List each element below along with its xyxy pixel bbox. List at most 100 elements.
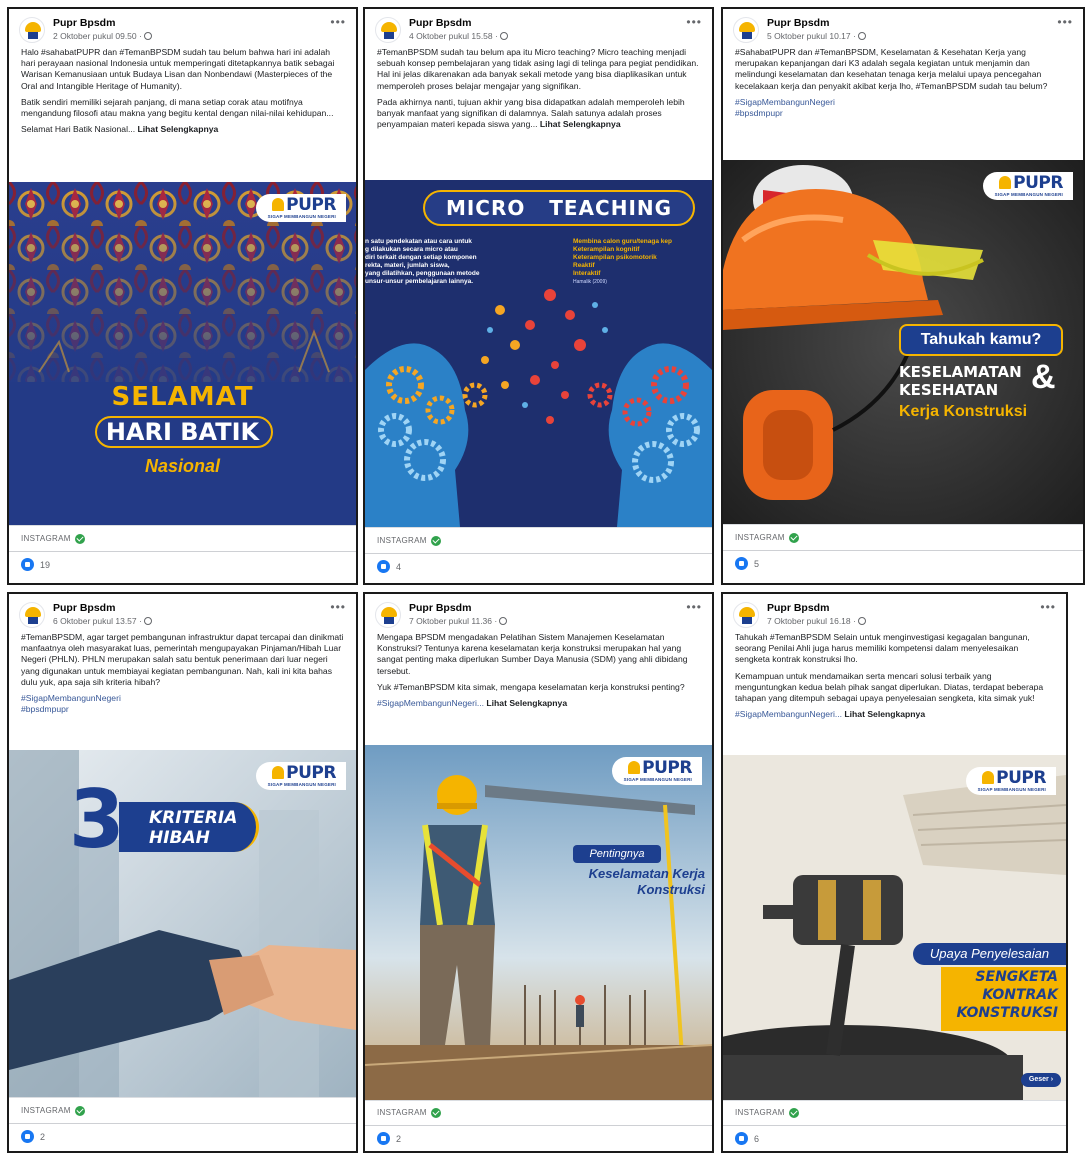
post-header: Pupr Bpsdm 4 Oktober pukul 15.58 · •••	[365, 9, 712, 45]
check-icon	[430, 1107, 441, 1118]
post-image[interactable]: PUPR SIGAP MEMBANGUN NEGERI SELAMAT HARI …	[9, 182, 356, 525]
instagram-source[interactable]: INSTAGRAM	[723, 1099, 1066, 1126]
hashtag-link[interactable]: #bpsdmpupr	[735, 108, 1071, 119]
image-title-line: HARI BATIK	[105, 418, 260, 446]
globe-icon	[857, 617, 866, 625]
reaction-count: 4	[396, 561, 402, 572]
post-date-text: 6 Oktober pukul 13.57 ·	[53, 616, 142, 626]
post-date[interactable]: 5 Oktober pukul 10.17 ·	[767, 30, 1057, 42]
like-icon	[21, 1130, 34, 1143]
page-name[interactable]: Pupr Bpsdm	[767, 17, 1057, 29]
post-paragraph: #SahabatPUPR dan #TemanBPSDM, Keselamata…	[735, 47, 1048, 91]
instagram-source[interactable]: INSTAGRAM	[723, 524, 1083, 550]
image-title-line: SELAMAT	[111, 382, 254, 412]
globe-icon	[499, 32, 508, 40]
image-title-line: SENGKETA	[975, 968, 1058, 985]
avatar[interactable]	[733, 17, 759, 43]
hashtag-link[interactable]: #bpsdmpupr	[21, 704, 344, 715]
pupr-logo: PUPR SIGAP MEMBANGUN NEGERI	[255, 762, 346, 790]
reactions-bar[interactable]: 2	[365, 1125, 712, 1151]
post-date[interactable]: 7 Oktober pukul 16.18 ·	[767, 615, 1040, 627]
check-icon	[788, 1107, 799, 1118]
more-options-icon[interactable]: •••	[330, 601, 346, 613]
reaction-count: 6	[754, 1133, 760, 1144]
post-date[interactable]: 2 Oktober pukul 09.50 ·	[53, 30, 330, 42]
hashtag-link[interactable]: #SigapMembangunNegeri...	[377, 698, 484, 708]
post-image[interactable]: PUPR SIGAP MEMBANGUN NEGERI Upaya Penyele…	[723, 754, 1066, 1100]
image-title-line: KRITERIA	[149, 808, 238, 828]
more-options-icon[interactable]: •••	[330, 16, 346, 28]
hashtag-link[interactable]: #SigapMembangunNegeri...	[735, 709, 842, 719]
instagram-source[interactable]: INSTAGRAM	[9, 525, 356, 551]
more-options-icon[interactable]: •••	[686, 601, 702, 613]
image-title-line: Konstruksi	[637, 881, 705, 897]
image-title-line: KONSTRUKSI	[956, 1004, 1059, 1021]
post-date[interactable]: 4 Oktober pukul 15.58 ·	[409, 30, 686, 42]
page-name[interactable]: Pupr Bpsdm	[409, 17, 686, 29]
check-icon	[74, 533, 85, 544]
reaction-count: 2	[40, 1131, 46, 1142]
hashtag-link[interactable]: #SigapMembangunNegeri	[735, 97, 1071, 108]
post-image[interactable]: MICRO TEACHING n satu pendekatan atau ca…	[365, 180, 712, 527]
post-paragraph: #TemanBPSDM, agar target pembangunan inf…	[21, 632, 344, 687]
post-card: Pupr Bpsdm 6 Oktober pukul 13.57 · ••• #…	[7, 592, 358, 1153]
reactions-bar[interactable]: 2	[9, 1123, 356, 1149]
avatar[interactable]	[375, 602, 401, 628]
post-date-text: 7 Oktober pukul 11.36 ·	[409, 616, 498, 626]
post-card: Pupr Bpsdm 7 Oktober pukul 16.18 · ••• T…	[721, 592, 1068, 1153]
page-name[interactable]: Pupr Bpsdm	[53, 602, 330, 614]
post-paragraph: Kemampuan untuk mendamaikan serta mencar…	[735, 670, 1044, 704]
see-more-link[interactable]: Lihat Selengkapnya	[540, 119, 621, 129]
post-date-text: 2 Oktober pukul 09.50 ·	[53, 31, 142, 41]
avatar[interactable]	[733, 602, 759, 628]
avatar[interactable]	[375, 17, 401, 43]
hashtag-link[interactable]: #SigapMembangunNegeri	[21, 693, 344, 704]
image-title-line: KONTRAK	[982, 986, 1058, 1003]
avatar[interactable]	[19, 17, 45, 43]
post-date[interactable]: 7 Oktober pukul 11.36 ·	[409, 615, 686, 627]
avatar[interactable]	[19, 602, 45, 628]
post-header: Pupr Bpsdm 7 Oktober pukul 16.18 · •••	[723, 594, 1066, 630]
check-icon	[74, 1105, 85, 1116]
image-title-pill: Pentingnya	[573, 844, 661, 863]
post-image[interactable]: PUPR SIGAP MEMBANGUN NEGERI Pentingnya Ke…	[365, 744, 712, 1100]
post-date-text: 5 Oktober pukul 10.17 ·	[767, 31, 856, 41]
check-icon	[430, 535, 441, 546]
post-card: Pupr Bpsdm 5 Oktober pukul 10.17 · ••• #…	[721, 7, 1085, 585]
page-name[interactable]: Pupr Bpsdm	[409, 602, 686, 614]
more-options-icon[interactable]: •••	[1057, 16, 1073, 28]
see-more-link[interactable]: Lihat Selengkapnya	[844, 709, 925, 719]
see-more-link[interactable]: Lihat Selengkapnya	[486, 698, 567, 708]
instagram-source[interactable]: INSTAGRAM	[9, 1097, 356, 1123]
post-header: Pupr Bpsdm 2 Oktober pukul 09.50 · •••	[9, 9, 356, 45]
page-name[interactable]: Pupr Bpsdm	[53, 17, 330, 29]
more-options-icon[interactable]: •••	[686, 16, 702, 28]
post-header: Pupr Bpsdm 6 Oktober pukul 13.57 · •••	[9, 594, 356, 630]
reactions-bar[interactable]: 5	[723, 550, 1083, 576]
instagram-source[interactable]: INSTAGRAM	[365, 527, 712, 553]
like-icon	[377, 560, 390, 573]
post-date[interactable]: 6 Oktober pukul 13.57 ·	[53, 615, 330, 627]
pupr-logo: PUPR SIGAP MEMBANGUN NEGERI	[611, 756, 702, 785]
image-title-pill: Tahukah kamu?	[899, 324, 1063, 356]
post-image[interactable]: PUPR SIGAP MEMBANGUN NEGERI 3 KRITERIA HI…	[9, 750, 356, 1097]
swipe-button[interactable]: Geser ›	[1021, 1072, 1061, 1087]
page-name[interactable]: Pupr Bpsdm	[767, 602, 1040, 614]
see-more-link[interactable]: Lihat Selengkapnya	[138, 124, 219, 134]
pupr-logo: PUPR SIGAP MEMBANGUN NEGERI	[982, 172, 1073, 200]
post-image[interactable]: PUPR SIGAP MEMBANGUN NEGERI Tahukah kamu?…	[723, 160, 1083, 524]
more-options-icon[interactable]: •••	[1040, 601, 1056, 613]
reactions-bar[interactable]: 4	[365, 553, 712, 579]
reactions-bar[interactable]: 6	[723, 1125, 1066, 1151]
like-icon	[377, 1132, 390, 1146]
post-paragraph: Yuk #TemanBPSDM kita simak, mengapa kese…	[377, 681, 685, 692]
post-paragraph: Selamat Hari Batik Nasional...	[21, 124, 136, 135]
post-text: Halo #sahabatPUPR dan #TemanBPSDM sudah …	[9, 45, 356, 182]
image-title-line: KESELAMATAN	[899, 363, 1022, 381]
check-icon	[788, 532, 799, 543]
image-title-line: Keselamatan Kerja	[588, 865, 705, 881]
post-text: #TemanBPSDM sudah tau belum apa itu Micr…	[365, 45, 712, 180]
post-card: Pupr Bpsdm 4 Oktober pukul 15.58 · ••• #…	[363, 7, 714, 585]
reactions-bar[interactable]: 19	[9, 551, 356, 577]
instagram-source[interactable]: INSTAGRAM	[365, 1099, 712, 1126]
